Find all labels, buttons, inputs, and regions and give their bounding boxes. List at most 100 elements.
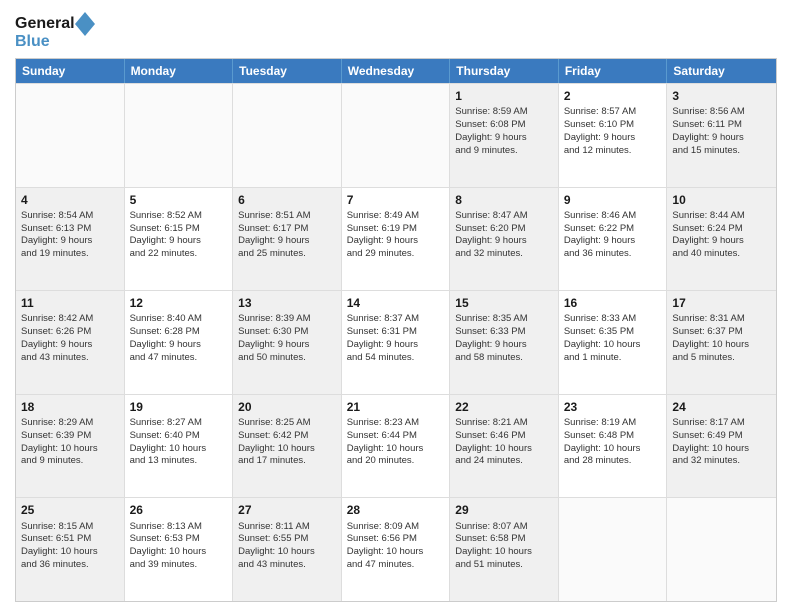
cal-cell-r4-c5 [559, 498, 668, 601]
page: GeneralBlue SundayMondayTuesdayWednesday… [0, 0, 792, 612]
day-info: Sunrise: 8:42 AM [21, 313, 119, 326]
day-info: and 15 minutes. [672, 145, 771, 158]
day-info: Daylight: 10 hours [238, 443, 336, 456]
day-info: Sunset: 6:55 PM [238, 533, 336, 546]
day-number: 5 [130, 192, 228, 208]
day-info: and 58 minutes. [455, 352, 553, 365]
day-info: Daylight: 9 hours [238, 339, 336, 352]
day-info: Daylight: 10 hours [130, 443, 228, 456]
cal-cell-r1-c0: 4Sunrise: 8:54 AMSunset: 6:13 PMDaylight… [16, 188, 125, 291]
day-info: and 22 minutes. [130, 248, 228, 261]
cal-cell-r1-c6: 10Sunrise: 8:44 AMSunset: 6:24 PMDayligh… [667, 188, 776, 291]
cal-cell-r1-c3: 7Sunrise: 8:49 AMSunset: 6:19 PMDaylight… [342, 188, 451, 291]
calendar-header: SundayMondayTuesdayWednesdayThursdayFrid… [16, 59, 776, 83]
cal-cell-r1-c4: 8Sunrise: 8:47 AMSunset: 6:20 PMDaylight… [450, 188, 559, 291]
cal-header-saturday: Saturday [667, 59, 776, 83]
cal-cell-r0-c5: 2Sunrise: 8:57 AMSunset: 6:10 PMDaylight… [559, 84, 668, 187]
day-info: Sunrise: 8:40 AM [130, 313, 228, 326]
day-info: Daylight: 9 hours [130, 339, 228, 352]
day-info: and 51 minutes. [455, 559, 553, 572]
logo: GeneralBlue [15, 10, 95, 50]
day-info: Daylight: 10 hours [564, 443, 662, 456]
day-info: Sunrise: 8:39 AM [238, 313, 336, 326]
day-info: Daylight: 10 hours [672, 443, 771, 456]
day-info: and 28 minutes. [564, 455, 662, 468]
day-info: Sunset: 6:58 PM [455, 533, 553, 546]
day-info: Sunset: 6:19 PM [347, 223, 445, 236]
svg-text:Blue: Blue [15, 33, 50, 50]
day-info: Sunrise: 8:49 AM [347, 210, 445, 223]
day-info: Sunrise: 8:25 AM [238, 417, 336, 430]
day-number: 26 [130, 502, 228, 518]
day-info: Sunset: 6:48 PM [564, 430, 662, 443]
day-info: Daylight: 10 hours [21, 443, 119, 456]
day-info: Sunset: 6:30 PM [238, 326, 336, 339]
day-info: Sunrise: 8:46 AM [564, 210, 662, 223]
cal-cell-r3-c1: 19Sunrise: 8:27 AMSunset: 6:40 PMDayligh… [125, 395, 234, 498]
day-info: Daylight: 9 hours [21, 339, 119, 352]
day-info: and 36 minutes. [564, 248, 662, 261]
day-number: 18 [21, 399, 119, 415]
day-info: Sunset: 6:44 PM [347, 430, 445, 443]
cal-header-sunday: Sunday [16, 59, 125, 83]
day-info: Daylight: 10 hours [238, 546, 336, 559]
cal-row-3: 18Sunrise: 8:29 AMSunset: 6:39 PMDayligh… [16, 394, 776, 498]
cal-header-friday: Friday [559, 59, 668, 83]
cal-cell-r0-c6: 3Sunrise: 8:56 AMSunset: 6:11 PMDaylight… [667, 84, 776, 187]
day-info: Sunrise: 8:33 AM [564, 313, 662, 326]
day-info: Sunset: 6:40 PM [130, 430, 228, 443]
header: GeneralBlue [15, 10, 777, 50]
cal-cell-r4-c3: 28Sunrise: 8:09 AMSunset: 6:56 PMDayligh… [342, 498, 451, 601]
day-info: Sunrise: 8:56 AM [672, 106, 771, 119]
day-info: Sunset: 6:20 PM [455, 223, 553, 236]
cal-row-2: 11Sunrise: 8:42 AMSunset: 6:26 PMDayligh… [16, 290, 776, 394]
cal-cell-r0-c0 [16, 84, 125, 187]
day-info: Sunset: 6:15 PM [130, 223, 228, 236]
cal-cell-r2-c0: 11Sunrise: 8:42 AMSunset: 6:26 PMDayligh… [16, 291, 125, 394]
day-info: Sunrise: 8:51 AM [238, 210, 336, 223]
day-info: Sunrise: 8:44 AM [672, 210, 771, 223]
day-number: 4 [21, 192, 119, 208]
cal-cell-r4-c0: 25Sunrise: 8:15 AMSunset: 6:51 PMDayligh… [16, 498, 125, 601]
day-info: and 12 minutes. [564, 145, 662, 158]
day-info: Sunset: 6:10 PM [564, 119, 662, 132]
day-number: 23 [564, 399, 662, 415]
day-info: Sunrise: 8:07 AM [455, 521, 553, 534]
cal-cell-r0-c4: 1Sunrise: 8:59 AMSunset: 6:08 PMDaylight… [450, 84, 559, 187]
cal-cell-r0-c3 [342, 84, 451, 187]
day-info: Daylight: 10 hours [672, 339, 771, 352]
day-info: Sunset: 6:46 PM [455, 430, 553, 443]
cal-cell-r3-c6: 24Sunrise: 8:17 AMSunset: 6:49 PMDayligh… [667, 395, 776, 498]
calendar: SundayMondayTuesdayWednesdayThursdayFrid… [15, 58, 777, 602]
cal-row-1: 4Sunrise: 8:54 AMSunset: 6:13 PMDaylight… [16, 187, 776, 291]
cal-cell-r2-c1: 12Sunrise: 8:40 AMSunset: 6:28 PMDayligh… [125, 291, 234, 394]
day-info: and 1 minute. [564, 352, 662, 365]
day-info: Sunset: 6:53 PM [130, 533, 228, 546]
day-number: 21 [347, 399, 445, 415]
cal-header-wednesday: Wednesday [342, 59, 451, 83]
day-info: Sunrise: 8:35 AM [455, 313, 553, 326]
day-info: Daylight: 9 hours [564, 132, 662, 145]
day-info: Sunrise: 8:19 AM [564, 417, 662, 430]
day-number: 9 [564, 192, 662, 208]
day-info: Daylight: 10 hours [564, 339, 662, 352]
day-number: 8 [455, 192, 553, 208]
day-info: Sunset: 6:11 PM [672, 119, 771, 132]
day-info: Daylight: 9 hours [347, 339, 445, 352]
day-info: Daylight: 9 hours [455, 339, 553, 352]
cal-cell-r0-c1 [125, 84, 234, 187]
svg-text:General: General [15, 15, 75, 32]
cal-row-4: 25Sunrise: 8:15 AMSunset: 6:51 PMDayligh… [16, 497, 776, 601]
day-info: Daylight: 10 hours [130, 546, 228, 559]
cal-cell-r3-c2: 20Sunrise: 8:25 AMSunset: 6:42 PMDayligh… [233, 395, 342, 498]
cal-header-monday: Monday [125, 59, 234, 83]
day-number: 29 [455, 502, 553, 518]
day-number: 12 [130, 295, 228, 311]
day-info: Sunrise: 8:13 AM [130, 521, 228, 534]
day-number: 27 [238, 502, 336, 518]
day-info: Sunset: 6:49 PM [672, 430, 771, 443]
day-info: Daylight: 10 hours [455, 546, 553, 559]
day-info: Sunset: 6:51 PM [21, 533, 119, 546]
cal-cell-r2-c3: 14Sunrise: 8:37 AMSunset: 6:31 PMDayligh… [342, 291, 451, 394]
calendar-body: 1Sunrise: 8:59 AMSunset: 6:08 PMDaylight… [16, 83, 776, 601]
